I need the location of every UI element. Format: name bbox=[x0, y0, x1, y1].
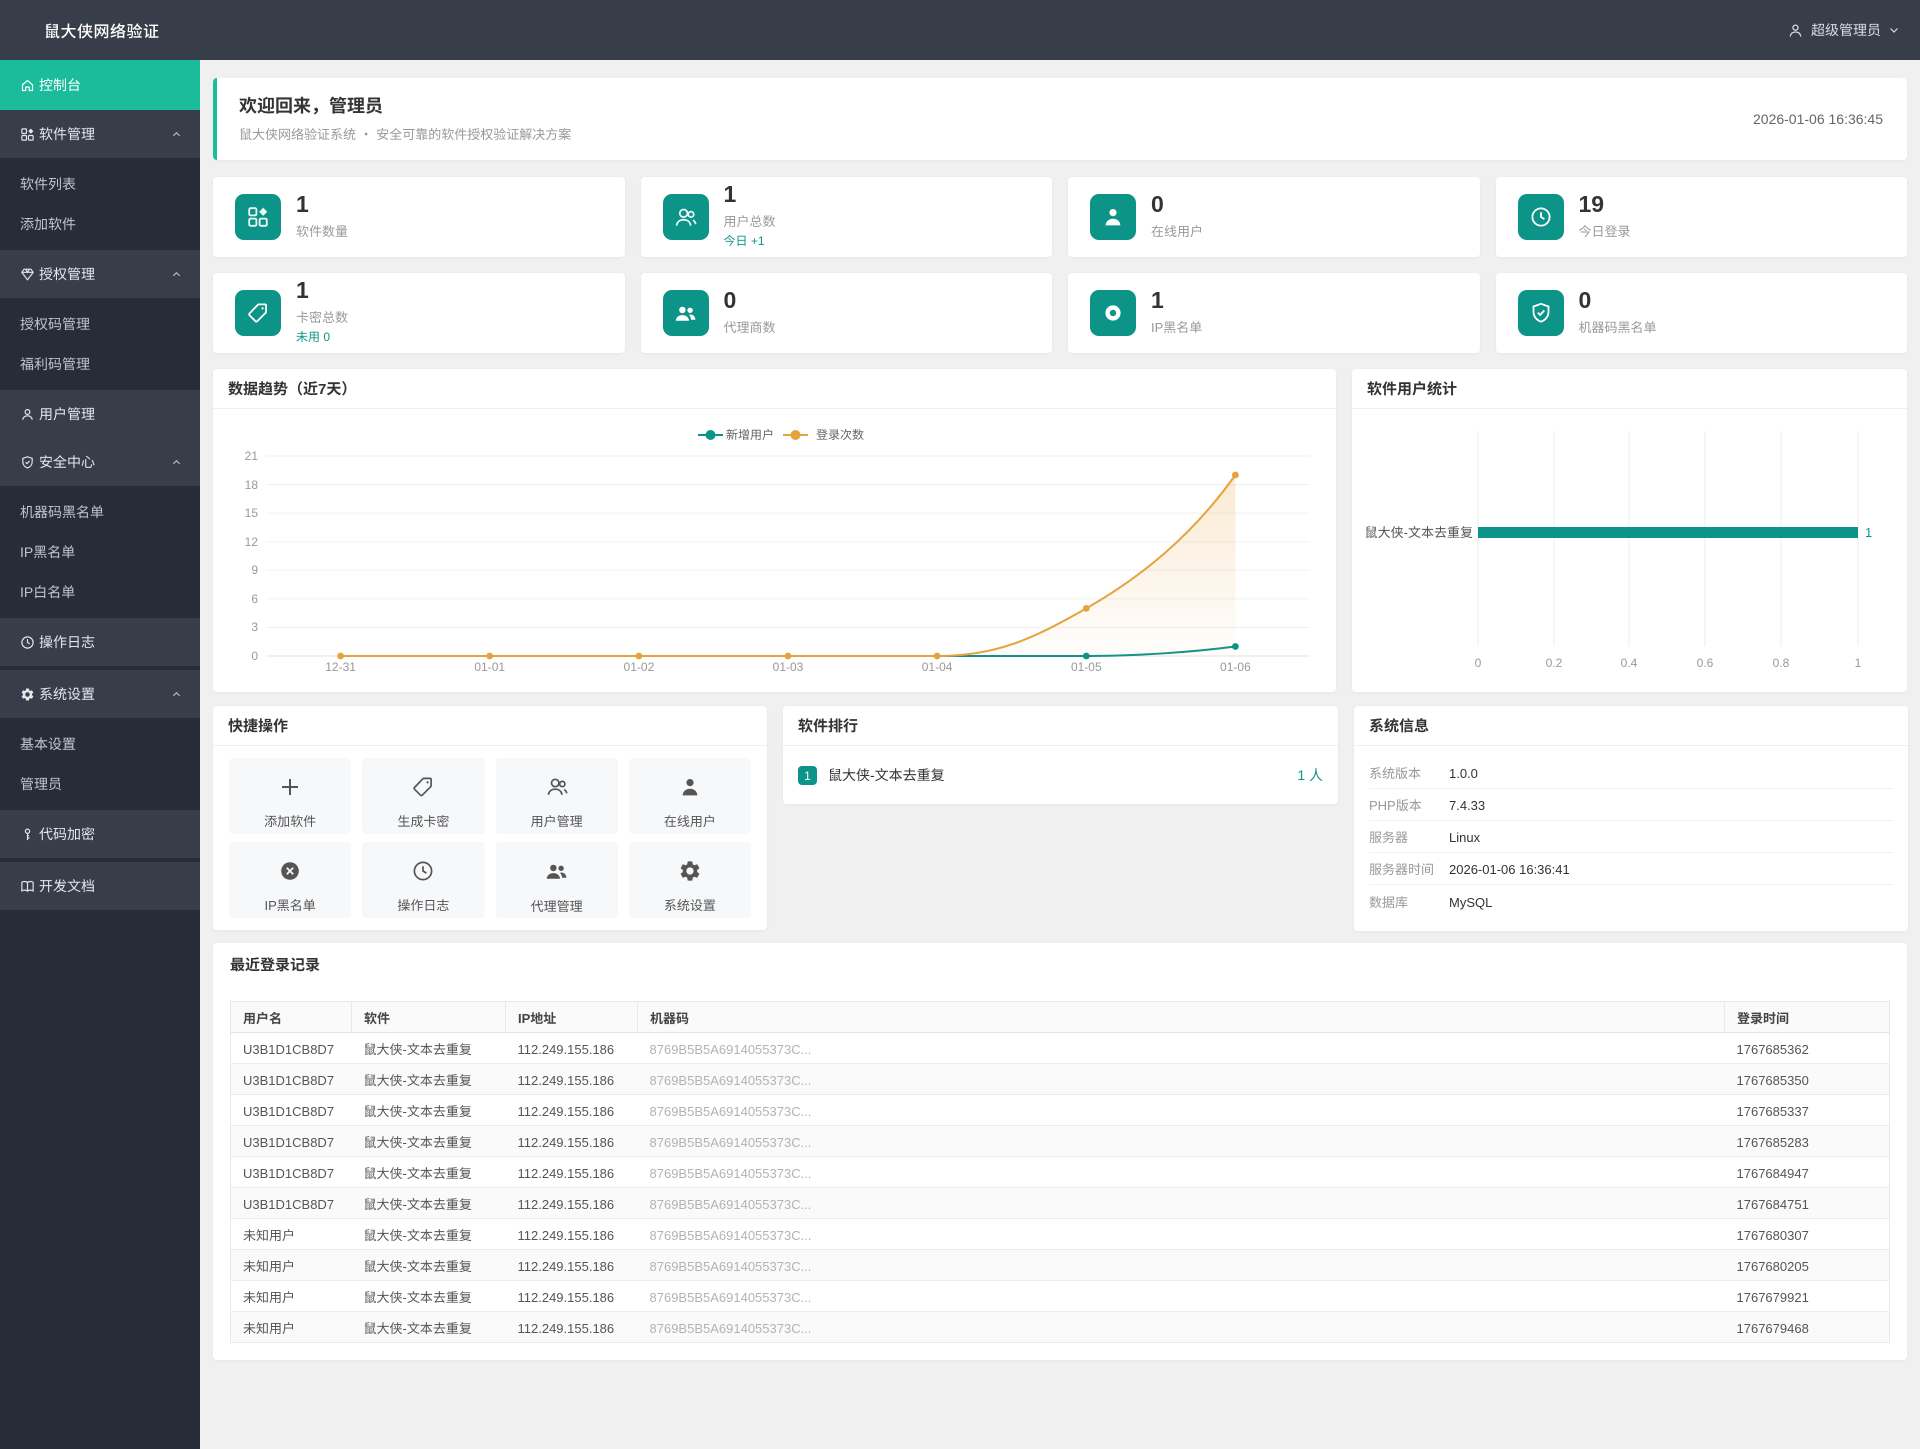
svg-text:6: 6 bbox=[251, 590, 258, 607]
svg-text:0.4: 0.4 bbox=[1621, 654, 1638, 671]
svg-text:01-02: 01-02 bbox=[624, 658, 655, 675]
svg-text:0.6: 0.6 bbox=[1697, 654, 1714, 671]
svg-text:登录次数: 登录次数 bbox=[816, 426, 864, 443]
svg-text:01-03: 01-03 bbox=[773, 658, 804, 675]
svg-text:21: 21 bbox=[245, 447, 259, 464]
svg-text:0: 0 bbox=[1475, 654, 1482, 671]
svg-text:01-05: 01-05 bbox=[1071, 658, 1102, 675]
svg-text:9: 9 bbox=[251, 561, 258, 578]
svg-text:新增用户: 新增用户 bbox=[726, 426, 774, 443]
svg-text:12: 12 bbox=[245, 533, 259, 550]
svg-text:18: 18 bbox=[245, 476, 259, 493]
svg-text:0.8: 0.8 bbox=[1773, 654, 1790, 671]
svg-text:01-04: 01-04 bbox=[922, 658, 953, 675]
svg-text:15: 15 bbox=[245, 504, 259, 521]
svg-text:0: 0 bbox=[251, 647, 258, 664]
svg-text:1: 1 bbox=[1865, 522, 1872, 541]
svg-text:3: 3 bbox=[251, 618, 258, 635]
svg-text:01-01: 01-01 bbox=[474, 658, 505, 675]
svg-text:12-31: 12-31 bbox=[325, 658, 356, 675]
svg-text:0.2: 0.2 bbox=[1546, 654, 1563, 671]
svg-text:01-06: 01-06 bbox=[1220, 658, 1251, 675]
svg-text:鼠大侠-文本去重复: 鼠大侠-文本去重复 bbox=[1365, 522, 1473, 541]
svg-text:1: 1 bbox=[1855, 654, 1862, 671]
